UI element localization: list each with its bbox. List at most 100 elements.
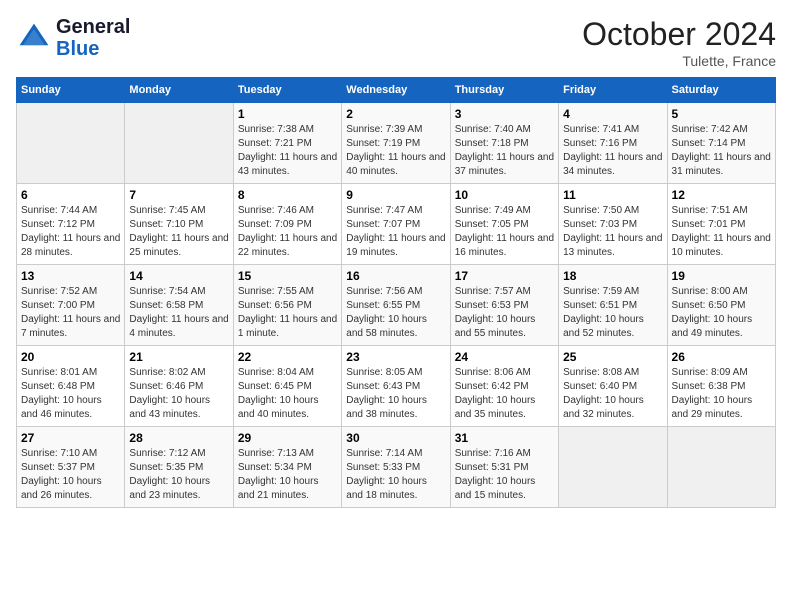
day-number: 25 [563,350,662,364]
day-number: 13 [21,269,120,283]
day-info: Sunrise: 7:42 AMSunset: 7:14 PMDaylight:… [672,123,771,179]
calendar-cell: 29 Sunrise: 7:13 AMSunset: 5:34 PMDayligh… [233,427,341,508]
calendar-cell: 13 Sunrise: 7:52 AMSunset: 7:00 PMDayligh… [17,265,125,346]
day-header-saturday: Saturday [667,78,775,103]
calendar-cell: 20 Sunrise: 8:01 AMSunset: 6:48 PMDayligh… [17,346,125,427]
day-number: 1 [238,107,337,121]
day-info: Sunrise: 7:51 AMSunset: 7:01 PMDaylight:… [672,204,771,260]
day-number: 5 [672,107,771,121]
calendar-cell: 11 Sunrise: 7:50 AMSunset: 7:03 PMDayligh… [559,184,667,265]
day-number: 22 [238,350,337,364]
calendar-cell [125,103,233,184]
calendar-cell: 22 Sunrise: 8:04 AMSunset: 6:45 PMDayligh… [233,346,341,427]
day-info: Sunrise: 8:00 AMSunset: 6:50 PMDaylight:… [672,285,771,341]
day-number: 31 [455,431,554,445]
calendar-cell: 25 Sunrise: 8:08 AMSunset: 6:40 PMDayligh… [559,346,667,427]
logo-icon [16,20,52,56]
page-header: General Blue October 2024 Tulette, Franc… [16,16,776,69]
day-number: 17 [455,269,554,283]
day-info: Sunrise: 8:06 AMSunset: 6:42 PMDaylight:… [455,366,554,422]
calendar-week-row: 13 Sunrise: 7:52 AMSunset: 7:00 PMDayligh… [17,265,776,346]
calendar-cell [667,427,775,508]
day-number: 2 [346,107,445,121]
calendar-cell [559,427,667,508]
calendar-cell: 5 Sunrise: 7:42 AMSunset: 7:14 PMDaylight… [667,103,775,184]
day-info: Sunrise: 7:55 AMSunset: 6:56 PMDaylight:… [238,285,337,341]
calendar-cell: 10Sunrise: 7:49 AMSunset: 7:05 PMDayligh… [450,184,558,265]
calendar-cell: 1 Sunrise: 7:38 AMSunset: 7:21 PMDaylight… [233,103,341,184]
day-info: Sunrise: 8:04 AMSunset: 6:45 PMDaylight:… [238,366,337,422]
day-info: Sunrise: 7:39 AMSunset: 7:19 PMDaylight:… [346,123,445,179]
day-info: Sunrise: 8:08 AMSunset: 6:40 PMDaylight:… [563,366,662,422]
day-info: Sunrise: 7:46 AMSunset: 7:09 PMDaylight:… [238,204,337,260]
day-info: Sunrise: 7:44 AMSunset: 7:12 PMDaylight:… [21,204,120,260]
day-info: Sunrise: 7:56 AMSunset: 6:55 PMDaylight:… [346,285,445,341]
day-info: Sunrise: 7:12 AMSunset: 5:35 PMDaylight:… [129,447,228,503]
calendar-week-row: 20 Sunrise: 8:01 AMSunset: 6:48 PMDayligh… [17,346,776,427]
location: Tulette, France [582,53,776,69]
calendar-week-row: 6 Sunrise: 7:44 AMSunset: 7:12 PMDaylight… [17,184,776,265]
day-number: 19 [672,269,771,283]
calendar-week-row: 1 Sunrise: 7:38 AMSunset: 7:21 PMDaylight… [17,103,776,184]
day-number: 23 [346,350,445,364]
day-header-wednesday: Wednesday [342,78,450,103]
day-number: 21 [129,350,228,364]
day-info: Sunrise: 7:16 AMSunset: 5:31 PMDaylight:… [455,447,554,503]
calendar-cell: 21Sunrise: 8:02 AMSunset: 6:46 PMDayligh… [125,346,233,427]
calendar-cell: 14 Sunrise: 7:54 AMSunset: 6:58 PMDayligh… [125,265,233,346]
day-info: Sunrise: 7:57 AMSunset: 6:53 PMDaylight:… [455,285,554,341]
month-title: October 2024 [582,16,776,53]
calendar-cell: 2 Sunrise: 7:39 AMSunset: 7:19 PMDaylight… [342,103,450,184]
day-info: Sunrise: 7:50 AMSunset: 7:03 PMDaylight:… [563,204,662,260]
calendar-week-row: 27Sunrise: 7:10 AMSunset: 5:37 PMDayligh… [17,427,776,508]
logo-text-blue: Blue [56,38,130,60]
day-number: 9 [346,188,445,202]
calendar-cell: 4 Sunrise: 7:41 AMSunset: 7:16 PMDaylight… [559,103,667,184]
day-info: Sunrise: 7:13 AMSunset: 5:34 PMDaylight:… [238,447,337,503]
day-header-sunday: Sunday [17,78,125,103]
day-info: Sunrise: 7:14 AMSunset: 5:33 PMDaylight:… [346,447,445,503]
day-header-friday: Friday [559,78,667,103]
day-info: Sunrise: 7:49 AMSunset: 7:05 PMDaylight:… [455,204,554,260]
day-header-monday: Monday [125,78,233,103]
calendar-cell: 8Sunrise: 7:46 AMSunset: 7:09 PMDaylight… [233,184,341,265]
calendar-cell: 31 Sunrise: 7:16 AMSunset: 5:31 PMDayligh… [450,427,558,508]
calendar-cell: 17 Sunrise: 7:57 AMSunset: 6:53 PMDayligh… [450,265,558,346]
day-number: 3 [455,107,554,121]
day-info: Sunrise: 7:45 AMSunset: 7:10 PMDaylight:… [129,204,228,260]
calendar-cell: 26Sunrise: 8:09 AMSunset: 6:38 PMDayligh… [667,346,775,427]
day-number: 28 [129,431,228,445]
day-info: Sunrise: 7:52 AMSunset: 7:00 PMDaylight:… [21,285,120,341]
calendar-cell: 18Sunrise: 7:59 AMSunset: 6:51 PMDayligh… [559,265,667,346]
day-number: 6 [21,188,120,202]
calendar-cell: 9 Sunrise: 7:47 AMSunset: 7:07 PMDaylight… [342,184,450,265]
title-block: October 2024 Tulette, France [582,16,776,69]
day-info: Sunrise: 7:10 AMSunset: 5:37 PMDaylight:… [21,447,120,503]
day-header-tuesday: Tuesday [233,78,341,103]
day-info: Sunrise: 7:47 AMSunset: 7:07 PMDaylight:… [346,204,445,260]
day-info: Sunrise: 7:38 AMSunset: 7:21 PMDaylight:… [238,123,337,179]
day-number: 18 [563,269,662,283]
day-number: 29 [238,431,337,445]
day-number: 15 [238,269,337,283]
day-info: Sunrise: 7:41 AMSunset: 7:16 PMDaylight:… [563,123,662,179]
calendar-cell: 23 Sunrise: 8:05 AMSunset: 6:43 PMDayligh… [342,346,450,427]
calendar-cell: 7Sunrise: 7:45 AMSunset: 7:10 PMDaylight… [125,184,233,265]
day-number: 4 [563,107,662,121]
day-number: 11 [563,188,662,202]
day-number: 20 [21,350,120,364]
calendar-cell: 19 Sunrise: 8:00 AMSunset: 6:50 PMDayligh… [667,265,775,346]
day-number: 14 [129,269,228,283]
day-info: Sunrise: 8:05 AMSunset: 6:43 PMDaylight:… [346,366,445,422]
day-number: 12 [672,188,771,202]
calendar-cell: 16Sunrise: 7:56 AMSunset: 6:55 PMDayligh… [342,265,450,346]
calendar-cell: 28 Sunrise: 7:12 AMSunset: 5:35 PMDayligh… [125,427,233,508]
calendar-table: SundayMondayTuesdayWednesdayThursdayFrid… [16,77,776,508]
logo: General Blue [16,16,130,60]
day-info: Sunrise: 8:01 AMSunset: 6:48 PMDaylight:… [21,366,120,422]
day-info: Sunrise: 7:54 AMSunset: 6:58 PMDaylight:… [129,285,228,341]
day-number: 30 [346,431,445,445]
calendar-cell: 6 Sunrise: 7:44 AMSunset: 7:12 PMDaylight… [17,184,125,265]
day-info: Sunrise: 7:40 AMSunset: 7:18 PMDaylight:… [455,123,554,179]
calendar-cell: 15 Sunrise: 7:55 AMSunset: 6:56 PMDayligh… [233,265,341,346]
